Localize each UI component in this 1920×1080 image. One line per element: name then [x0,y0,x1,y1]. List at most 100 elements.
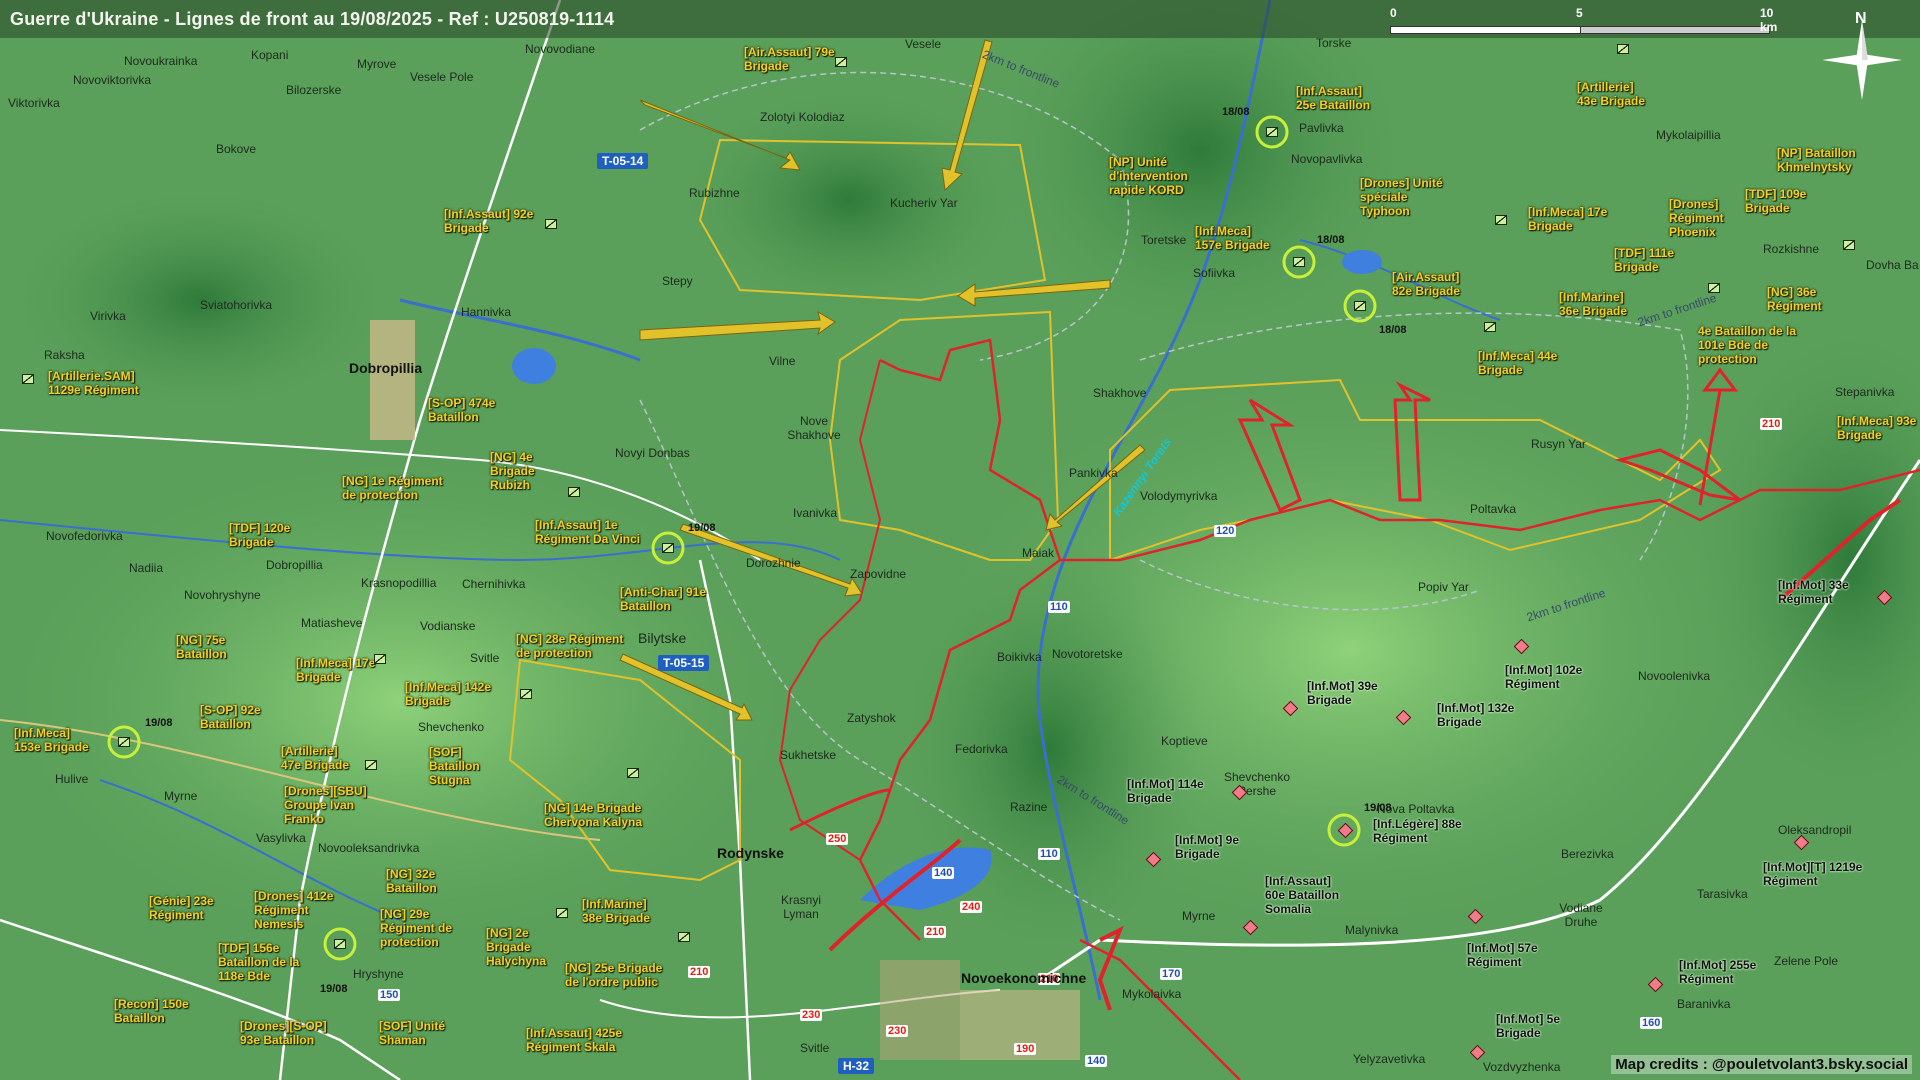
ua-unit-symbol-icon[interactable] [1617,44,1629,54]
ua-unit-label[interactable]: [Inf.Meca] 93e Brigade [1837,414,1917,442]
ru-unit-label[interactable]: [Inf.Mot] 57e Régiment [1467,941,1552,969]
ru-unit-label[interactable]: [Inf.Mot][T] 1219e Régiment [1763,860,1863,888]
ru-unit-label[interactable]: [Inf.Mot] 5e Brigade [1496,1012,1571,1040]
ua-unit-label[interactable]: [Air.Assaut] 79e Brigade [744,45,844,73]
ua-unit-label[interactable]: [NG] 25e Brigade de l'ordre public [565,961,675,989]
ua-unit-symbol-icon[interactable] [662,543,674,553]
ua-unit-label[interactable]: [Génie] 23e Régiment [149,894,239,922]
ua-unit-label[interactable]: [Drones] 412e Régiment Nemesis [254,889,344,931]
ua-unit-label[interactable]: [S-OP] 474e Bataillon [428,396,513,424]
place-label: Dobropillia [266,558,323,572]
ua-unit-symbol-icon[interactable] [568,487,580,497]
place-label: Shevchenko [418,720,485,734]
place-label: Hannivka [461,305,512,319]
place-label: Dobropillia [349,360,423,376]
ru-unit-label[interactable]: [Inf.Légère] 88e Régiment [1373,817,1463,845]
ru-unit-label[interactable]: [Inf.Mot] 9e Brigade [1175,833,1250,861]
ua-unit-symbol-icon[interactable] [1495,215,1507,225]
ru-unit-label[interactable]: [Inf.Assaut] 60e Bataillon Somalia [1265,874,1350,916]
scale-mid: 5 [1576,6,1583,20]
ua-unit-label[interactable]: [TDF] 111e Brigade [1614,246,1699,274]
place-label: Novoukrainka [124,54,198,68]
ua-unit-label[interactable]: [Inf.Assaut] 1e Régiment Da Vinci [535,518,645,546]
ua-unit-symbol-icon[interactable] [365,760,377,770]
place-label: Novotoretske [1052,647,1123,661]
ua-unit-symbol-icon[interactable] [118,737,130,747]
place-label: Baranivka [1677,997,1731,1011]
ua-unit-label[interactable]: [TDF] 120e Brigade [229,521,314,549]
ua-unit-symbol-icon[interactable] [556,908,568,918]
road-number: 230 [886,1025,909,1037]
ua-unit-symbol-icon[interactable] [1843,240,1855,250]
ua-unit-symbol-icon[interactable] [1266,127,1278,137]
ua-unit-label[interactable]: [Inf.Meca] 17e Brigade [1528,205,1608,233]
place-label: Myrove [357,57,397,71]
ua-unit-symbol-icon[interactable] [520,689,532,699]
ua-unit-label[interactable]: [NG] 32e Bataillon [386,867,456,895]
place-label: Novyi Donbas [615,446,690,460]
ua-unit-label[interactable]: [SOF] Unité Shaman [379,1019,454,1047]
ua-unit-label[interactable]: [Inf.Meca] 142e Brigade [405,680,495,708]
place-label: Vesele Pole [410,70,474,84]
date-label: 18/08 [1317,234,1345,246]
place-label: Zatyshok [847,711,896,725]
ua-unit-label[interactable]: [Inf.Meca] 157e Brigade [1195,224,1280,252]
ua-unit-symbol-icon[interactable] [334,939,346,949]
ua-unit-label[interactable]: [S-OP] 92e Bataillon [200,703,280,731]
place-label: Novoekonomichne [961,970,1087,986]
ua-unit-label[interactable]: [Inf.Marine] 36e Brigade [1559,290,1639,318]
ru-unit-label[interactable]: [Inf.Mot] 114e Brigade [1127,777,1217,805]
ua-unit-label[interactable]: [NG] 29e Régiment de protection [380,907,475,949]
date-label: 19/08 [1364,802,1392,814]
ua-unit-label[interactable]: [Inf.Meca] 17e Brigade [296,656,376,684]
ua-unit-label[interactable]: [Artillerie.SAM] 1129e Régiment [48,369,168,397]
ru-unit-label[interactable]: [Inf.Mot] 102e Régiment [1505,663,1605,691]
ua-unit-label[interactable]: [Drones][S-OP] 93e Bataillon [240,1019,340,1047]
ua-unit-label[interactable]: [Drones] Unité spéciale Typhoon [1360,176,1460,218]
ua-unit-label[interactable]: [NP] Bataillon Khmelnytsky [1777,146,1867,174]
ua-unit-symbol-icon[interactable] [835,57,847,67]
ua-unit-symbol-icon[interactable] [678,932,690,942]
ua-unit-label[interactable]: [Inf.Assaut] 425e Régiment Skala [526,1026,631,1054]
ua-unit-label[interactable]: [Inf.Assaut] 92e Brigade [444,207,539,235]
ua-unit-label[interactable]: [TDF] 156e Bataillon de la 118e Bde [218,941,313,983]
ua-unit-symbol-icon[interactable] [1354,301,1366,311]
place-label: Novooleksandrivka [318,841,420,855]
north-letter: N [1855,10,1867,27]
place-label: Koptieve [1161,734,1208,748]
ua-unit-label[interactable]: [TDF] 109e Brigade [1745,187,1825,215]
ua-unit-label[interactable]: [Air.Assaut] 82e Brigade [1392,270,1477,298]
ua-unit-label[interactable]: [NG] 1e Régiment de protection [342,474,447,502]
ua-unit-label[interactable]: [Drones][SBU] Groupe Ivan Franko [284,784,384,826]
ua-unit-label[interactable]: [SOF] Bataillon Stugna [429,745,489,787]
ua-unit-label[interactable]: [Inf.Assaut] 25e Bataillon [1296,84,1381,112]
ua-unit-label[interactable]: [Drones] Régiment Phoenix [1669,197,1744,239]
ua-unit-label[interactable]: [NG] 14e Brigade Chervona Kalyna [544,801,659,829]
ua-unit-label[interactable]: 4e Bataillon de la 101e Bde de protectio… [1698,324,1803,366]
ua-unit-symbol-icon[interactable] [374,654,386,664]
ua-unit-symbol-icon[interactable] [1708,283,1720,293]
ru-unit-label[interactable]: [Inf.Mot] 255e Régiment [1679,958,1779,986]
map-canvas[interactable]: Guerre d'Ukraine - Lignes de front au 19… [0,0,1920,1080]
ru-unit-label[interactable]: [Inf.Mot] 132e Brigade [1437,701,1527,729]
ru-unit-label[interactable]: [Inf.Mot] 33e Régiment [1778,578,1878,606]
ua-unit-label[interactable]: [NG] 36e Régiment [1767,285,1847,313]
ua-unit-label[interactable]: [NG] 28e Régiment de protection [516,632,631,660]
ua-unit-label[interactable]: [NG] 4e Brigade Rubizh [490,450,570,492]
ua-unit-label[interactable]: [Inf.Marine] 38e Brigade [582,897,667,925]
ua-unit-label[interactable]: [Inf.Meca] 153e Brigade [14,726,99,754]
ua-unit-label[interactable]: [Artillerie] 43e Brigade [1577,80,1657,108]
ua-unit-label[interactable]: [Inf.Meca] 44e Brigade [1478,349,1558,377]
ua-unit-label[interactable]: [Artillerie] 47e Brigade [281,744,361,772]
ua-unit-label[interactable]: [NG] 75e Bataillon [176,633,266,661]
ru-unit-label[interactable]: [Inf.Mot] 39e Brigade [1307,679,1387,707]
ua-unit-symbol-icon[interactable] [22,374,34,384]
ua-unit-symbol-icon[interactable] [545,219,557,229]
ua-unit-symbol-icon[interactable] [1293,257,1305,267]
ua-unit-label[interactable]: [Anti-Char] 91e Bataillon [620,585,715,613]
ua-unit-label[interactable]: [NP] Unité d'intervention rapide KORD [1109,155,1204,197]
ua-unit-symbol-icon[interactable] [627,768,639,778]
ua-unit-label[interactable]: [NG] 2e Brigade Halychyna [486,926,566,968]
ua-unit-label[interactable]: [Recon] 150e Bataillon [114,997,204,1025]
ua-unit-symbol-icon[interactable] [1484,322,1496,332]
